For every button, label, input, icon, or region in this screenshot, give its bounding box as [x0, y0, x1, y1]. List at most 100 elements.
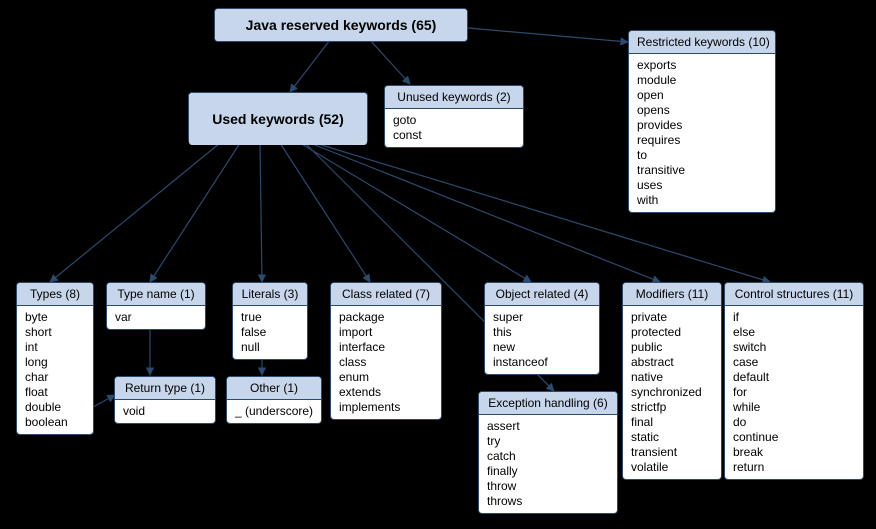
list-item: with — [637, 193, 767, 208]
list-item: requires — [637, 133, 767, 148]
node-control-body: ifelseswitchcasedefaultforwhiledocontinu… — [725, 306, 863, 479]
list-item: volatile — [631, 460, 713, 475]
node-modifiers: Modifiers (11) privateprotectedpublicabs… — [622, 282, 722, 480]
list-item: else — [733, 325, 855, 340]
node-objrel-body: superthisnewinstanceof — [485, 306, 599, 374]
node-control-title: Control structures (11) — [725, 283, 863, 306]
list-item: for — [733, 385, 855, 400]
node-unused-title: Unused keywords (2) — [385, 86, 523, 109]
node-returntype: Return type (1) void — [114, 376, 216, 424]
node-restricted-title: Restricted keywords (10) — [629, 31, 775, 54]
list-item: strictfp — [631, 400, 713, 415]
list-item: true — [241, 310, 299, 325]
list-item: public — [631, 340, 713, 355]
list-item: const — [393, 128, 515, 143]
node-root-title: Java reserved keywords (65) — [215, 9, 467, 41]
list-item: do — [733, 415, 855, 430]
list-item: _ (underscore) — [235, 404, 313, 419]
node-classrel-title: Class related (7) — [331, 283, 441, 306]
list-item: short — [25, 325, 85, 340]
node-unused: Unused keywords (2) gotoconst — [384, 85, 524, 148]
list-item: synchronized — [631, 385, 713, 400]
list-item: catch — [487, 449, 609, 464]
list-item: transitive — [637, 163, 767, 178]
node-modifiers-title: Modifiers (11) — [623, 283, 721, 306]
list-item: assert — [487, 419, 609, 434]
list-item: open — [637, 88, 767, 103]
node-unused-body: gotoconst — [385, 109, 523, 147]
node-typename: Type name (1) var — [106, 282, 206, 330]
list-item: final — [631, 415, 713, 430]
node-root: Java reserved keywords (65) — [214, 8, 468, 42]
list-item: to — [637, 148, 767, 163]
node-literals: Literals (3) truefalsenull — [232, 282, 308, 360]
list-item: interface — [339, 340, 433, 355]
list-item: module — [637, 73, 767, 88]
list-item: enum — [339, 370, 433, 385]
node-types-title: Types (8) — [17, 283, 93, 306]
list-item: goto — [393, 113, 515, 128]
list-item: switch — [733, 340, 855, 355]
node-typename-title: Type name (1) — [107, 283, 205, 306]
list-item: throw — [487, 479, 609, 494]
list-item: exports — [637, 58, 767, 73]
list-item: package — [339, 310, 433, 325]
node-restricted: Restricted keywords (10) exportsmoduleop… — [628, 30, 776, 213]
list-item: provides — [637, 118, 767, 133]
list-item: opens — [637, 103, 767, 118]
list-item: finally — [487, 464, 609, 479]
list-item: extends — [339, 385, 433, 400]
list-item: continue — [733, 430, 855, 445]
list-item: void — [123, 404, 207, 419]
list-item: implements — [339, 400, 433, 415]
node-classrel-body: packageimportinterfaceclassenumextendsim… — [331, 306, 441, 419]
list-item: var — [115, 310, 197, 325]
list-item: return — [733, 460, 855, 475]
list-item: boolean — [25, 415, 85, 430]
node-classrel: Class related (7) packageimportinterface… — [330, 282, 442, 420]
list-item: while — [733, 400, 855, 415]
node-control: Control structures (11) ifelseswitchcase… — [724, 282, 864, 480]
list-item: long — [25, 355, 85, 370]
node-literals-body: truefalsenull — [233, 306, 307, 359]
list-item: byte — [25, 310, 85, 325]
list-item: this — [493, 325, 591, 340]
list-item: new — [493, 340, 591, 355]
list-item: private — [631, 310, 713, 325]
list-item: char — [25, 370, 85, 385]
list-item: super — [493, 310, 591, 325]
list-item: instanceof — [493, 355, 591, 370]
list-item: null — [241, 340, 299, 355]
node-modifiers-body: privateprotectedpublicabstractnativesync… — [623, 306, 721, 479]
node-other-body: _ (underscore) — [227, 400, 321, 423]
list-item: abstract — [631, 355, 713, 370]
node-other: Other (1) _ (underscore) — [226, 376, 322, 424]
list-item: class — [339, 355, 433, 370]
list-item: break — [733, 445, 855, 460]
list-item: transient — [631, 445, 713, 460]
node-objrel: Object related (4) superthisnewinstanceo… — [484, 282, 600, 375]
list-item: if — [733, 310, 855, 325]
node-types: Types (8) byteshortintlongcharfloatdoubl… — [16, 282, 94, 435]
list-item: float — [25, 385, 85, 400]
node-used: Used keywords (52) — [188, 92, 368, 144]
list-item: default — [733, 370, 855, 385]
node-exchand: Exception handling (6) asserttrycatchfin… — [478, 391, 618, 514]
list-item: static — [631, 430, 713, 445]
node-other-title: Other (1) — [227, 377, 321, 400]
node-exchand-title: Exception handling (6) — [479, 392, 617, 415]
list-item: native — [631, 370, 713, 385]
node-literals-title: Literals (3) — [233, 283, 307, 306]
node-objrel-title: Object related (4) — [485, 283, 599, 306]
node-types-body: byteshortintlongcharfloatdoubleboolean — [17, 306, 93, 434]
node-typename-body: var — [107, 306, 205, 329]
node-restricted-body: exportsmoduleopenopensprovidesrequiresto… — [629, 54, 775, 212]
node-returntype-body: void — [115, 400, 215, 423]
node-returntype-title: Return type (1) — [115, 377, 215, 400]
list-item: int — [25, 340, 85, 355]
node-exchand-body: asserttrycatchfinallythrowthrows — [479, 415, 617, 513]
list-item: import — [339, 325, 433, 340]
list-item: throws — [487, 494, 609, 509]
list-item: false — [241, 325, 299, 340]
list-item: case — [733, 355, 855, 370]
